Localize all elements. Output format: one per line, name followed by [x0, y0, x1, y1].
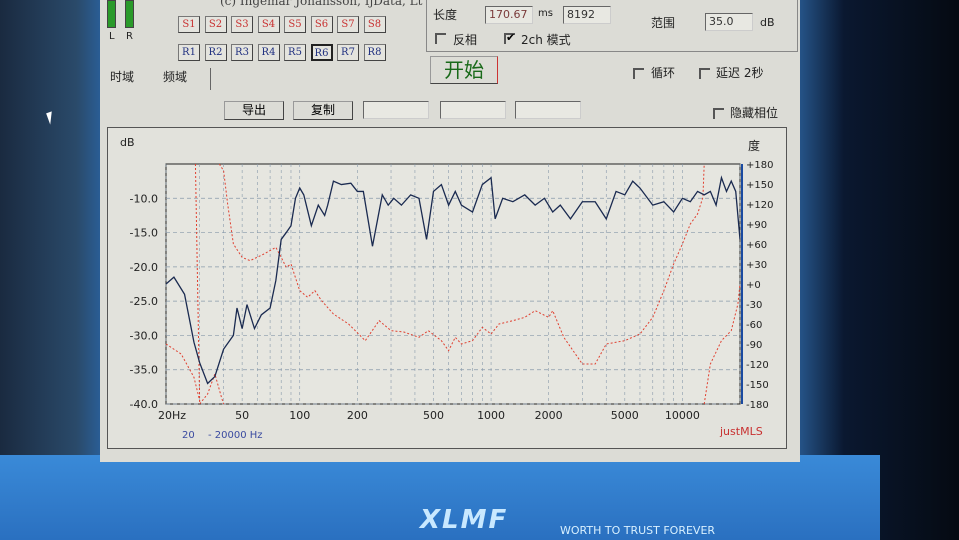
y2-axis-label: 度	[748, 138, 760, 153]
2ch-mode-checkbox[interactable]: ✔	[504, 31, 516, 44]
slot-button-s7[interactable]: S7	[337, 16, 359, 33]
slot-button-s8[interactable]: S8	[363, 16, 386, 33]
y-tick-label: -30.0	[130, 329, 158, 342]
y-tick-label: -20.0	[130, 261, 158, 274]
slot-button-s2[interactable]: S2	[204, 16, 227, 33]
slot-button-s6[interactable]: S6	[310, 16, 333, 33]
tab-divider	[210, 68, 211, 90]
desktop-logo: XLMF	[420, 505, 509, 535]
copyright-text: (c) Ingemar Johansson, IjData, Lt	[220, 0, 423, 8]
slot-button-r3[interactable]: R3	[231, 44, 253, 61]
hide-phase-label: 隐藏相位	[730, 106, 779, 120]
x-tick-label: 100	[289, 409, 310, 422]
y2-tick-label: -150	[746, 380, 769, 391]
x-tick-label: 500	[423, 409, 444, 422]
slot-button-r7[interactable]: R7	[337, 44, 359, 61]
level-meter-r	[125, 0, 134, 28]
x-tick-label: 50	[235, 409, 249, 422]
y-tick-label: -40.0	[130, 398, 158, 411]
slot-button-s5[interactable]: S5	[284, 16, 306, 33]
y-tick-label: -15.0	[130, 227, 158, 240]
x-tick-label: 1000	[477, 409, 505, 422]
y-tick-label: -25.0	[130, 295, 158, 308]
loop-label: 循环	[651, 66, 676, 80]
length-input[interactable]: 170.67	[485, 6, 533, 24]
readout-field-3	[515, 101, 581, 119]
slot-button-r8[interactable]: R8	[363, 44, 386, 61]
meter-label-r: R	[126, 31, 133, 42]
tab-time-domain[interactable]: 时域	[110, 68, 134, 85]
length-label: 长度	[433, 8, 458, 22]
level-meter-l	[107, 0, 116, 28]
hide-phase-checkbox[interactable]	[713, 108, 724, 119]
invert-label: 反相	[453, 33, 478, 47]
2ch-mode-label: 2ch 模式	[521, 33, 571, 47]
y-axis-label: dB	[120, 136, 135, 149]
tab-frequency-domain[interactable]: 频域	[163, 68, 187, 85]
y2-tick-label: -30	[746, 300, 762, 311]
copy-button[interactable]: 复制	[293, 101, 353, 120]
range-input[interactable]: 35.0	[705, 13, 753, 31]
length-unit: ms	[538, 8, 553, 19]
slot-button-s3[interactable]: S3	[231, 16, 253, 33]
y2-tick-label: +90	[746, 220, 767, 231]
readout-field-2	[440, 101, 506, 119]
check-mark-icon: ✔	[506, 31, 516, 44]
y2-tick-label: +60	[746, 240, 767, 251]
y2-tick-label: +0	[746, 280, 761, 291]
slot-button-r4[interactable]: R4	[257, 44, 280, 61]
slot-button-r2[interactable]: R2	[204, 44, 227, 61]
x-tick-label: 200	[347, 409, 368, 422]
readout-field-1	[363, 101, 429, 119]
range-unit: dB	[760, 16, 775, 29]
meter-label-l: L	[109, 31, 115, 42]
chart-svg: -10.0 -15.0 -20.0 -25.0 -30.0 -35.0 -40.020Hz 5…	[120, 136, 773, 441]
export-button[interactable]: 导出	[224, 101, 284, 120]
y2-tick-label: +180	[746, 160, 773, 171]
y2-tick-label: -90	[746, 340, 762, 351]
y-tick-label: -10.0	[130, 192, 158, 205]
range-start-label: 20	[182, 430, 195, 441]
samples-input[interactable]: 8192	[563, 6, 611, 24]
slot-button-s4[interactable]: S4	[257, 16, 280, 33]
delay-label: 延迟 2秒	[716, 66, 764, 80]
range-label: 范围	[651, 16, 676, 30]
start-button[interactable]: 开始	[430, 56, 498, 84]
y2-tick-label: +30	[746, 260, 767, 271]
slot-button-r5[interactable]: R5	[284, 44, 306, 61]
slot-button-s1[interactable]: S1	[178, 16, 200, 33]
y2-tick-label: -120	[746, 360, 769, 371]
desktop-slogan: WORTH TO TRUST FOREVER	[560, 524, 716, 537]
x-tick-label: 5000	[611, 409, 639, 422]
slot-button-r6[interactable]: R6	[310, 44, 333, 61]
brand-label: justMLS	[719, 425, 763, 438]
y2-tick-label: -60	[746, 320, 762, 331]
x-tick-label: 2000	[535, 409, 563, 422]
loop-checkbox[interactable]	[633, 68, 644, 79]
y2-tick-label: +120	[746, 200, 773, 211]
invert-checkbox[interactable]	[435, 33, 446, 44]
delay-checkbox[interactable]	[699, 68, 710, 79]
y2-tick-label: +150	[746, 180, 773, 191]
y-tick-label: -35.0	[130, 364, 158, 377]
range-end-label: - 20000 Hz	[208, 430, 263, 441]
x-tick-label: 20Hz	[158, 409, 186, 422]
slot-button-r1[interactable]: R1	[178, 44, 200, 61]
x-tick-label: 10000	[665, 409, 700, 422]
frequency-response-chart: -10.0 -15.0 -20.0 -25.0 -30.0 -35.0 -40.0 20Hz 5…	[107, 127, 787, 449]
y2-tick-label: -180	[746, 400, 769, 411]
plot-area	[165, 163, 741, 405]
